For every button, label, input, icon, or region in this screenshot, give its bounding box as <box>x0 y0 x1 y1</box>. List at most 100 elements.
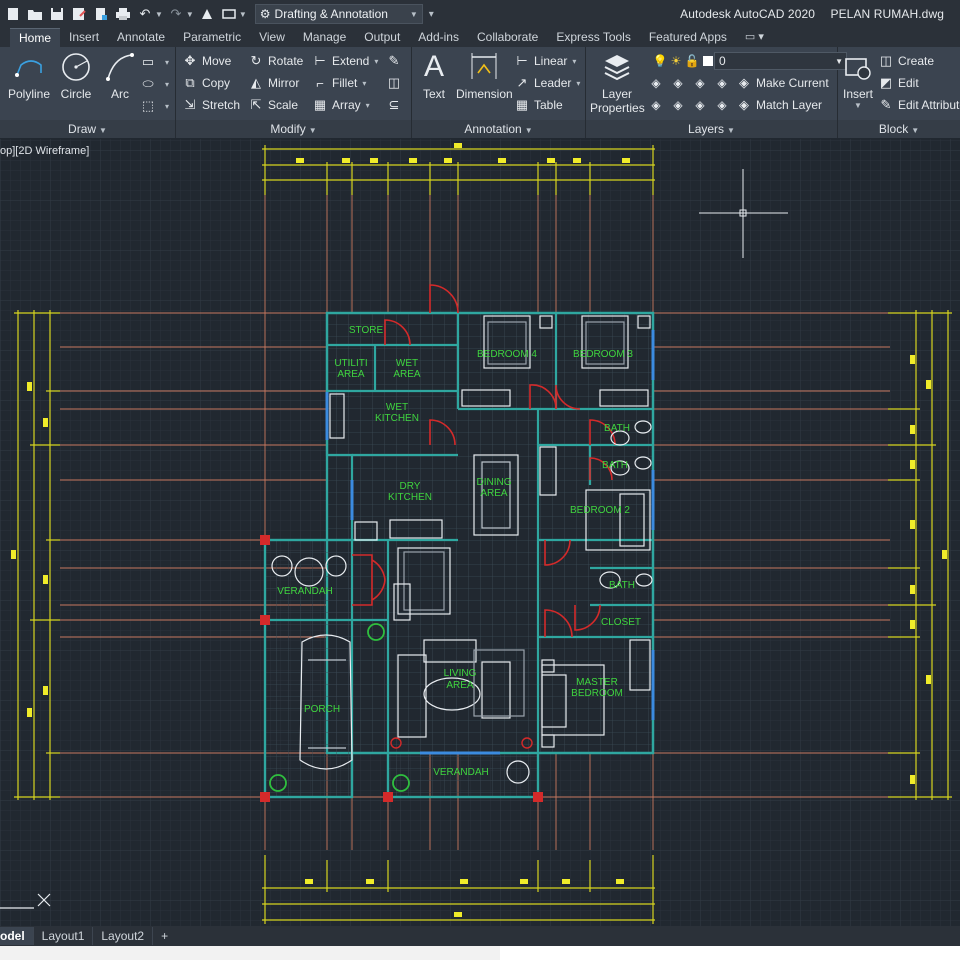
ellipse-icon: ⬭ <box>142 76 154 91</box>
workspace-select[interactable]: ⚙ Drafting & Annotation ▼ <box>254 4 423 24</box>
layer-unisolate-icon[interactable]: ◈ <box>648 97 664 113</box>
save-icon[interactable] <box>48 5 66 23</box>
layer-thaw-icon[interactable]: ◈ <box>670 97 686 113</box>
edit-block-button[interactable]: ◩ Edit <box>878 74 919 92</box>
annotation-panel-label[interactable]: Annotation ▼ <box>412 120 585 138</box>
polyline-button[interactable]: Polyline <box>8 51 50 101</box>
rotate-button[interactable]: ↻ Rotate <box>248 52 304 70</box>
layers-panel: Layer Properties 💡 ☀ 🔓 0 ▼ ◈ ◈ ◈ ◈ ◈ Make… <box>586 47 847 138</box>
tab-model[interactable]: odel <box>0 927 34 945</box>
draw-panel-label[interactable]: Draw ▼ <box>0 120 175 138</box>
file-name: PELAN RUMAH.dwg <box>830 7 944 21</box>
dimension-text <box>43 418 48 427</box>
tab-manage[interactable]: Manage <box>294 28 355 47</box>
layers-panel-label[interactable]: Layers ▼ <box>586 120 837 138</box>
copy-button[interactable]: ⧉ Copy <box>182 74 230 92</box>
modify-panel-label[interactable]: Modify ▼ <box>176 120 411 138</box>
dimension-text <box>547 158 555 163</box>
plot-printer-icon[interactable] <box>114 5 132 23</box>
edit-attributes-button[interactable]: ✎Edit Attributes <box>878 96 960 114</box>
customize-qat-icon[interactable]: ▾ <box>429 9 434 20</box>
layer-lock-icon[interactable]: ◈ <box>714 75 730 91</box>
match-properties-icon[interactable] <box>198 5 216 23</box>
selection-dropdown-icon[interactable]: ▼ <box>239 10 247 19</box>
tab-collaborate[interactable]: Collaborate <box>468 28 547 47</box>
text-button[interactable]: A Text <box>418 50 450 101</box>
tab-output[interactable]: Output <box>355 28 409 47</box>
match-layer-button[interactable]: ◈ Match Layer <box>736 96 822 114</box>
scale-button[interactable]: ⇱ Scale <box>248 96 298 114</box>
table-button[interactable]: ▦ Table <box>514 96 563 114</box>
selection-icon[interactable] <box>220 5 238 23</box>
array-button[interactable]: ▦ Array ▾ <box>312 96 370 114</box>
sun-icon[interactable]: ☀ <box>668 53 684 69</box>
dimension-text <box>366 879 374 884</box>
match-layer-icon: ◈ <box>739 97 749 112</box>
hatch-button[interactable]: ⬚ ▾ <box>140 97 169 115</box>
ellipse-button[interactable]: ⬭ ▾ <box>140 75 169 93</box>
tab-layout1[interactable]: Layout1 <box>34 927 94 945</box>
layer-off-icon[interactable]: ◈ <box>692 75 708 91</box>
arc-button[interactable]: Arc <box>104 51 136 101</box>
room-label: AREA <box>446 680 474 691</box>
gear-icon: ⚙ <box>259 7 271 21</box>
move-button[interactable]: ✥ Move <box>182 52 232 70</box>
autocad-window: ↶ ▼ ↷ ▼ ▼ ⚙ Drafting & Annotation ▼ ▾ Auto… <box>0 0 960 960</box>
erase-button[interactable]: ✎ <box>386 52 406 70</box>
layer-select[interactable]: 0 ▼ <box>714 52 847 70</box>
dimension-button[interactable]: Dimension <box>456 51 513 101</box>
rectangle-icon: ▭ <box>141 54 155 69</box>
web-mobile-icon[interactable] <box>92 5 110 23</box>
floor-plan-drawing[interactable]: STORE UTILITI AREA WET AREA WET KITCHEN … <box>0 139 960 926</box>
unlock-icon[interactable]: 🔓 <box>684 53 700 69</box>
tab-insert[interactable]: Insert <box>60 28 108 47</box>
command-line[interactable] <box>0 946 500 960</box>
layer-on-icon[interactable]: ◈ <box>692 97 708 113</box>
layer-unlock-icon[interactable]: ◈ <box>714 97 730 113</box>
insert-block-button[interactable]: Insert ▼ <box>842 51 874 110</box>
dimension-text <box>910 775 915 784</box>
circle-button[interactable]: Circle <box>60 51 92 101</box>
offset-button[interactable]: ⊆ <box>386 96 406 114</box>
layer-freeze-icon[interactable]: ◈ <box>670 75 686 91</box>
rectangle-button[interactable]: ▭ ▾ <box>140 53 169 71</box>
redo-dropdown-icon[interactable]: ▼ <box>186 10 194 19</box>
redo-icon[interactable]: ↷ <box>167 5 185 23</box>
leader-button[interactable]: ↗ Leader ▾ <box>514 74 581 92</box>
extend-button[interactable]: ⊢ Extend ▾ <box>312 52 378 70</box>
tab-view[interactable]: View <box>250 28 294 47</box>
room-label: MASTER <box>576 677 618 688</box>
block-panel-label[interactable]: Block ▼ <box>838 120 960 138</box>
layer-properties-button[interactable]: Layer Properties <box>590 51 645 115</box>
fillet-button[interactable]: ⌐ Fillet ▾ <box>312 74 366 92</box>
tab-express-tools[interactable]: Express Tools <box>547 28 639 47</box>
tab-add-ins[interactable]: Add-ins <box>409 28 468 47</box>
stretch-button[interactable]: ⇲ Stretch <box>182 96 240 114</box>
tab-featured-apps[interactable]: Featured Apps <box>640 28 736 47</box>
new-file-icon[interactable] <box>4 5 22 23</box>
tab-annotate[interactable]: Annotate <box>108 28 174 47</box>
dimension-text <box>910 425 915 434</box>
drawing-canvas[interactable]: op][2D Wireframe] STORE UTILITI AREA WET… <box>0 139 960 926</box>
save-as-icon[interactable] <box>70 5 88 23</box>
tab-parametric[interactable]: Parametric <box>174 28 250 47</box>
undo-icon[interactable]: ↶ <box>136 5 154 23</box>
explode-button[interactable]: ◫ <box>386 74 406 92</box>
fillet-icon: ⌐ <box>316 75 324 91</box>
undo-dropdown-icon[interactable]: ▼ <box>155 10 163 19</box>
quick-access-toolbar: ↶ ▼ ↷ ▼ ▼ ⚙ Drafting & Annotation ▼ ▾ Auto… <box>0 0 960 28</box>
layer-isolate-icon[interactable]: ◈ <box>648 75 664 91</box>
add-layout-button[interactable]: + <box>153 927 176 945</box>
tab-home[interactable]: Home <box>10 28 61 47</box>
dimension-text <box>910 355 915 364</box>
ribbon-minimize-icon[interactable]: ▭ ▾ <box>736 28 773 47</box>
create-block-button[interactable]: ◫ Create <box>878 52 934 70</box>
linear-button[interactable]: ⊢ Linear ▾ <box>514 52 576 70</box>
open-folder-icon[interactable] <box>26 5 44 23</box>
mirror-button[interactable]: ◭ Mirror <box>248 74 299 92</box>
tab-layout2[interactable]: Layout2 <box>93 927 154 945</box>
dimension-text <box>910 520 915 529</box>
viewport-controls[interactable]: op][2D Wireframe] <box>0 145 89 157</box>
make-current-button[interactable]: ◈ Make Current <box>736 74 829 92</box>
lightbulb-icon[interactable]: 💡 <box>652 53 668 69</box>
